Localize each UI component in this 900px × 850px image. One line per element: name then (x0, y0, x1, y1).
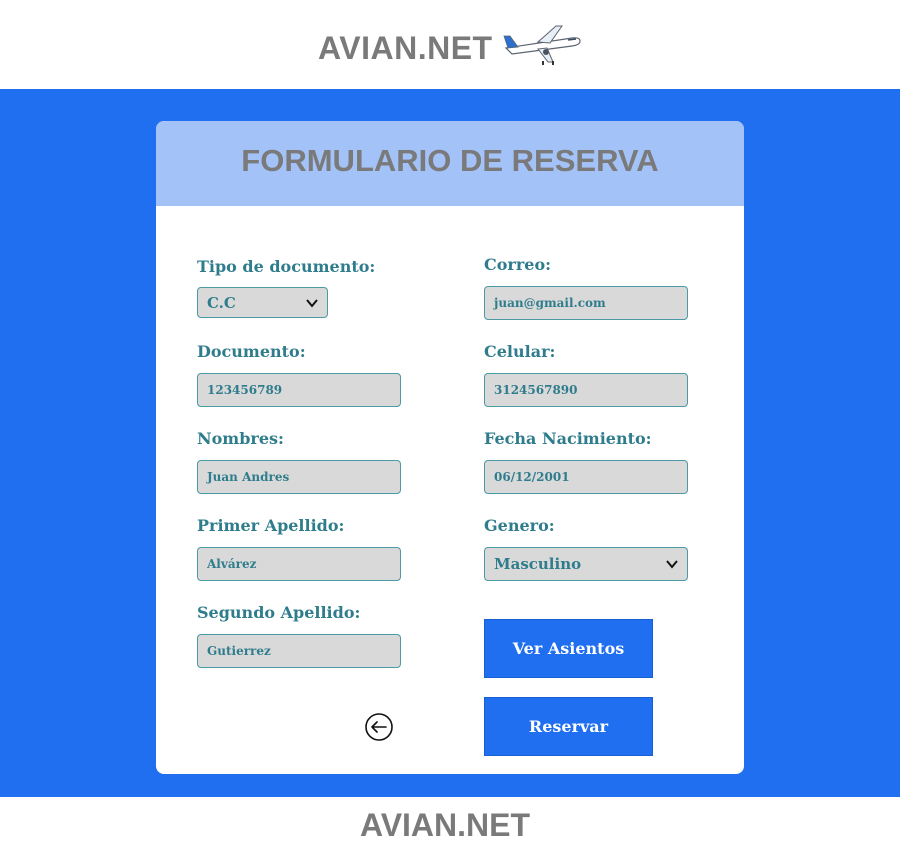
celular-field[interactable]: 3124567890 (484, 373, 688, 407)
primer-apellido-field[interactable]: Alvárez (197, 547, 401, 581)
genero-select[interactable]: Masculino (484, 547, 688, 581)
airplane-icon (503, 25, 581, 65)
chevron-down-icon (666, 560, 678, 569)
documento-field[interactable]: 123456789 (197, 373, 401, 407)
segundo-apellido-field[interactable]: Gutierrez (197, 634, 401, 668)
primer-apellido-label: Primer Apellido: (197, 516, 345, 535)
arrow-left-circle-icon[interactable] (364, 712, 394, 742)
nombres-field[interactable]: Juan Andres (197, 460, 401, 494)
form-title: FORMULARIO DE RESERVA (241, 143, 659, 178)
top-header: AVIAN.NET (0, 0, 900, 89)
ver-asientos-button[interactable]: Ver Asientos (484, 619, 653, 678)
reservar-button[interactable]: Reservar (484, 697, 653, 756)
fecha-nacimiento-field[interactable]: 06/12/2001 (484, 460, 688, 494)
correo-label: Correo: (484, 255, 552, 274)
brand-logo-text: AVIAN.NET (318, 30, 493, 66)
segundo-apellido-label: Segundo Apellido: (197, 603, 361, 622)
tipo-documento-select[interactable]: C.C (197, 287, 328, 318)
celular-label: Celular: (484, 342, 556, 361)
footer: AVIAN.NET (0, 797, 900, 850)
genero-value: Masculino (494, 555, 582, 573)
nombres-label: Nombres: (197, 429, 284, 448)
form-header: FORMULARIO DE RESERVA (156, 121, 744, 206)
documento-label: Documento: (197, 342, 306, 361)
reservation-form: FORMULARIO DE RESERVA Tipo de documento:… (156, 121, 744, 774)
correo-field[interactable]: juan@gmail.com (484, 286, 688, 320)
fecha-nacimiento-label: Fecha Nacimiento: (484, 429, 652, 448)
footer-brand-text: AVIAN.NET (359, 807, 531, 843)
tipo-documento-label: Tipo de documento: (197, 257, 376, 276)
genero-label: Genero: (484, 516, 555, 535)
chevron-down-icon (306, 298, 318, 308)
tipo-documento-value: C.C (207, 293, 236, 312)
